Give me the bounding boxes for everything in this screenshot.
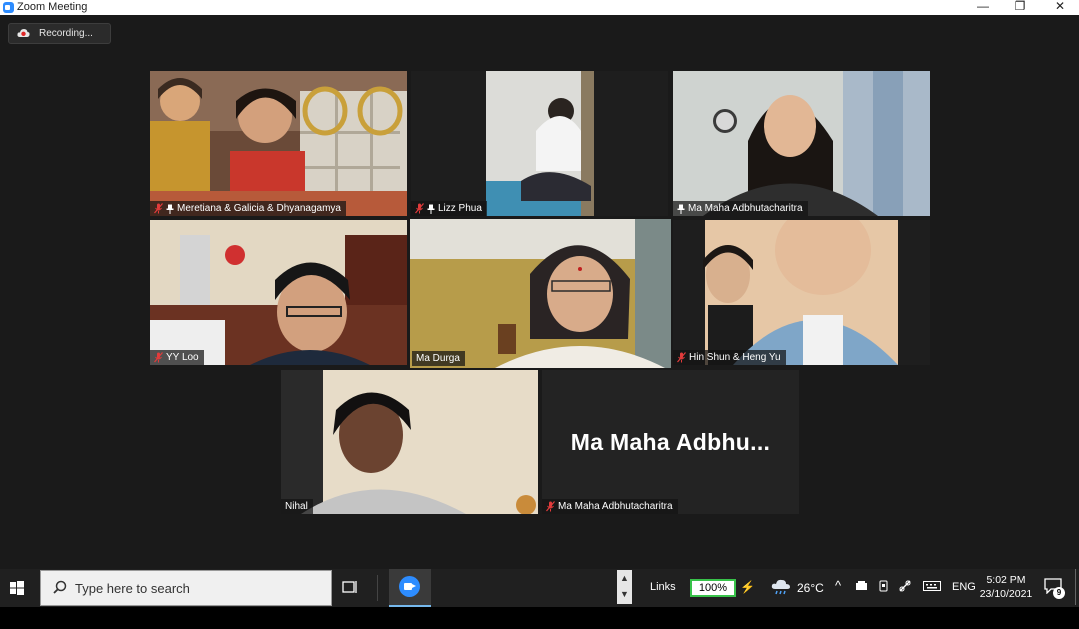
participant-name: YY Loo [166, 352, 199, 363]
participant-name: Ma Maha Adbhutacharitra [688, 203, 803, 214]
participant-video-tile[interactable]: Lizz Phua [411, 71, 668, 216]
muted-mic-icon [415, 203, 424, 214]
toolbar-scroll-control[interactable]: ▲ ▼ [617, 570, 632, 604]
clock-date: 23/10/2021 [979, 588, 1033, 600]
show-desktop-button[interactable] [1075, 569, 1076, 605]
participant-display-name: Ma Maha Adbhu... [570, 428, 771, 455]
participant-name-tag: Ma Durga [412, 351, 465, 366]
window-titlebar: Zoom Meeting — ❐ ✕ [0, 0, 1079, 15]
participant-name-tag: Meretiana & Galicia & Dhyanagamya [150, 201, 346, 216]
taskbar-search-box[interactable]: Type here to search [40, 570, 332, 606]
restore-button[interactable]: ❐ [1008, 0, 1032, 14]
search-placeholder: Type here to search [75, 581, 190, 596]
muted-mic-icon [677, 352, 686, 363]
links-toolbar[interactable]: Links [650, 581, 676, 593]
cloud-recording-icon [17, 29, 30, 37]
show-hidden-icons-chevron[interactable]: ^ [835, 578, 841, 593]
participant-name-tag: YY Loo [150, 350, 204, 365]
clock-time: 5:02 PM [986, 574, 1026, 586]
participant-name: Lizz Phua [438, 203, 482, 214]
participant-video [150, 220, 407, 365]
participant-video [150, 71, 407, 216]
close-button[interactable]: ✕ [1048, 0, 1072, 14]
participant-video-tile[interactable]: Hin Shun & Heng Yu [673, 220, 930, 365]
temperature-text[interactable]: 26°C [797, 581, 824, 595]
scroll-up-arrow-icon[interactable]: ▲ [617, 570, 632, 586]
participant-video [486, 71, 594, 216]
input-language-indicator[interactable]: ENG [952, 581, 976, 593]
participant-name-tag: Ma Maha Adbhutacharitra [542, 499, 678, 514]
battery-tip [734, 584, 736, 590]
participant-name-tag: Lizz Phua [411, 201, 487, 216]
plug-icon: ⚡ [740, 580, 755, 594]
zoom-taskbar-button[interactable] [389, 569, 431, 607]
usb-drive-icon[interactable] [855, 580, 868, 592]
window-title: Zoom Meeting [17, 1, 88, 13]
notification-center-button[interactable]: 9 [1044, 578, 1065, 599]
participant-name-tag: Ma Maha Adbhutacharitra [673, 201, 808, 216]
participant-video [410, 219, 671, 368]
recording-indicator[interactable]: Recording... [8, 23, 111, 44]
participant-video-tile[interactable]: Meretiana & Galicia & Dhyanagamya [150, 71, 407, 216]
participant-video [703, 220, 898, 365]
screen-bottom-edge [0, 607, 1079, 629]
participant-video-tile[interactable]: Nihal [281, 370, 538, 514]
pin-icon [677, 204, 685, 214]
muted-mic-icon [154, 203, 163, 214]
windows-taskbar: Type here to search ▲ ▼ Links 100% ⚡ 26°… [0, 569, 1079, 607]
active-speaker-video-tile[interactable]: Ma Durga [410, 219, 671, 368]
meeting-gallery-view: Recording... Meretiana & Galicia & Dhyan… [0, 15, 1079, 569]
participant-name: Ma Durga [416, 353, 460, 364]
participant-name: Nihal [285, 501, 308, 512]
zoom-app-icon [3, 2, 14, 13]
participant-name: Ma Maha Adbhutacharitra [558, 501, 673, 512]
taskbar-clock[interactable]: 5:02 PM 23/10/2021 [978, 573, 1034, 601]
notification-count-badge: 9 [1053, 587, 1065, 599]
battery-indicator[interactable]: 100% [690, 579, 736, 597]
participant-video-off-tile[interactable]: Ma Maha Adbhu... Ma Maha Adbhutacharitra [542, 370, 799, 514]
taskbar-separator [377, 575, 378, 601]
participant-name-tag: Nihal [281, 499, 313, 514]
device-icon[interactable] [877, 580, 890, 592]
scroll-down-arrow-icon[interactable]: ▼ [617, 586, 632, 602]
weather-cloud-icon[interactable] [771, 578, 791, 596]
participant-name: Hin Shun & Heng Yu [689, 352, 781, 363]
participant-name-tag: Hin Shun & Heng Yu [673, 350, 786, 365]
zoom-app-icon [399, 576, 420, 597]
pin-icon [166, 204, 174, 214]
search-icon [53, 580, 67, 594]
minimize-button[interactable]: — [971, 0, 995, 14]
keyboard-icon[interactable] [923, 580, 941, 592]
muted-mic-icon [154, 352, 163, 363]
participant-video [673, 71, 930, 216]
participant-video-tile[interactable]: Ma Maha Adbhutacharitra [673, 71, 930, 216]
participant-name: Meretiana & Galicia & Dhyanagamya [177, 203, 341, 214]
windows-start-icon[interactable] [8, 579, 26, 597]
participant-video [281, 370, 538, 514]
muted-mic-icon [546, 501, 555, 512]
participant-video-tile[interactable]: YY Loo [150, 220, 407, 365]
network-icon[interactable] [899, 580, 912, 592]
pin-icon [427, 204, 435, 214]
task-view-icon[interactable] [342, 580, 358, 594]
recording-label: Recording... [39, 28, 93, 39]
